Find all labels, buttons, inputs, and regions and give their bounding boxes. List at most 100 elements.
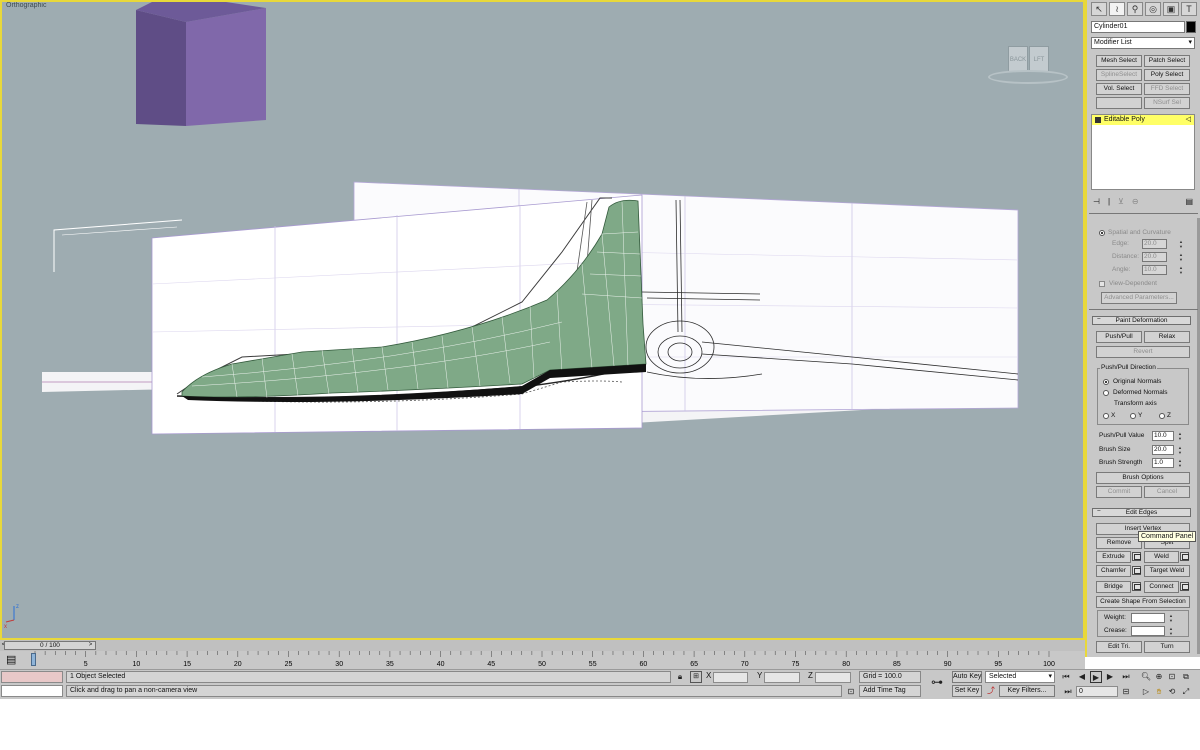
deformed-normals-radio[interactable] (1103, 390, 1109, 396)
hierarchy-tab-icon[interactable]: ⚲ (1127, 2, 1143, 16)
chevron-right-icon[interactable]: > (87, 641, 94, 650)
bridge-button[interactable]: Bridge (1096, 581, 1131, 593)
time-slider-thumb[interactable]: 0 / 100 (4, 641, 96, 650)
current-frame-marker[interactable] (31, 653, 36, 666)
make-unique-icon[interactable]: ⊻ (1118, 197, 1124, 211)
empty-modifier-button[interactable] (1096, 97, 1142, 109)
edit-tri-button[interactable]: Edit Tri. (1096, 641, 1142, 653)
original-normals-radio[interactable] (1103, 379, 1109, 385)
y-coordinate-field[interactable] (764, 672, 800, 683)
spinner-arrows-icon[interactable]: ▲ ▼ (1178, 239, 1184, 249)
connect-settings-icon[interactable] (1180, 582, 1189, 591)
zoom-all-icon[interactable]: ⊕ (1153, 671, 1165, 683)
spinner-arrows-icon[interactable]: ▲ ▼ (1178, 265, 1184, 275)
weld-settings-icon[interactable] (1180, 552, 1189, 561)
spinner-arrows-icon[interactable]: ▲ ▼ (1168, 626, 1174, 636)
display-tab-icon[interactable]: ▣ (1163, 2, 1179, 16)
arc-rotate-icon[interactable]: ⟲ (1166, 686, 1178, 698)
set-key-button[interactable]: Set Key (952, 685, 982, 697)
view-dependent-checkbox[interactable] (1099, 281, 1105, 287)
time-tag-icon[interactable]: ⊡ (845, 686, 857, 698)
play-icon[interactable]: ▶ (1090, 671, 1102, 683)
spinner-arrows-icon[interactable]: ▲ ▼ (1168, 613, 1174, 623)
weight-spinner[interactable] (1131, 613, 1165, 623)
create-shape-button[interactable]: Create Shape From Selection (1096, 596, 1190, 608)
collapse-icon[interactable]: − (1097, 508, 1101, 515)
key-icon[interactable]: ⊶ (928, 676, 946, 688)
curve-editor-icon[interactable]: ▤ (6, 653, 16, 666)
frame-ruler[interactable]: 5 10 15 20 25 30 35 40 45 50 55 60 65 70 75 80 85 90 95 100 (33, 651, 1063, 669)
next-frame-icon[interactable]: ▶ (1104, 671, 1116, 683)
trackbar[interactable]: ▤ 5 10 15 20 25 30 35 40 45 50 55 60 65 70 75 80 85 90 95 1… (0, 651, 1085, 669)
x-coordinate-field[interactable] (713, 672, 748, 683)
object-color-swatch[interactable] (1186, 21, 1196, 33)
pin-stack-icon[interactable]: ⊣ (1093, 197, 1100, 211)
poly-select-button[interactable]: Poly Select (1144, 69, 1190, 81)
bridge-settings-icon[interactable] (1132, 582, 1141, 591)
spinner-arrows-icon[interactable]: ▲ ▼ (1177, 431, 1183, 441)
advanced-parameters-button[interactable]: Advanced Parameters... (1101, 292, 1177, 304)
vol-select-button[interactable]: Vol. Select (1096, 83, 1142, 95)
viewcube-compass-ring[interactable] (988, 70, 1068, 84)
modifier-list-dropdown[interactable]: Modifier List ▾ (1091, 37, 1195, 49)
spinner-arrows-icon[interactable]: ▲ ▼ (1177, 445, 1183, 455)
maxscript-listener-pink[interactable] (1, 671, 63, 683)
brush-size-spinner[interactable]: 20.0 (1152, 445, 1174, 455)
chamfer-button[interactable]: Chamfer (1096, 565, 1131, 577)
turn-button[interactable]: Turn (1144, 641, 1190, 653)
remove-modifier-icon[interactable]: ⊖ (1132, 197, 1139, 211)
utilities-tab-icon[interactable]: T (1181, 2, 1197, 16)
add-time-tag-button[interactable]: Add Time Tag (859, 685, 921, 697)
push-pull-button[interactable]: Push/Pull (1096, 331, 1142, 343)
scene-geometry[interactable]: z x (2, 2, 1083, 638)
spline-select-button[interactable]: SplineSelect (1096, 69, 1142, 81)
stack-item-editable-poly[interactable]: Editable Poly ◁ (1092, 115, 1194, 125)
push-pull-value-spinner[interactable]: 10.0 (1152, 431, 1174, 441)
ffd-select-button[interactable]: FFD Select (1144, 83, 1190, 95)
extrude-settings-icon[interactable] (1132, 552, 1141, 561)
maxscript-listener-white[interactable] (1, 685, 63, 697)
chamfer-settings-icon[interactable] (1132, 566, 1141, 575)
mesh-select-button[interactable]: Mesh Select (1096, 55, 1142, 67)
angle-spinner[interactable]: 10.0 (1142, 265, 1167, 275)
spinner-arrows-icon[interactable]: ▲ ▼ (1178, 252, 1184, 262)
previous-frame-icon[interactable]: ◀ (1076, 671, 1088, 683)
brush-strength-spinner[interactable]: 1.0 (1152, 458, 1174, 468)
current-frame-field[interactable]: 0 (1076, 686, 1118, 697)
go-to-end-icon[interactable]: ⏭ (1120, 671, 1132, 683)
key-selection-dropdown[interactable]: Selected ▾ (985, 671, 1055, 683)
target-weld-button[interactable]: Target Weld (1144, 565, 1190, 577)
extrude-button[interactable]: Extrude (1096, 551, 1131, 563)
edge-spinner[interactable]: 20.0 (1142, 239, 1167, 249)
collapse-icon[interactable]: − (1097, 316, 1101, 323)
zoom-extents-all-icon[interactable]: ⧉ (1180, 671, 1192, 683)
create-tab-icon[interactable]: ↖ (1091, 2, 1107, 16)
object-name-field[interactable]: Cylinder01 (1091, 21, 1185, 33)
commit-button[interactable]: Commit (1096, 486, 1142, 498)
key-mode-toggle-icon[interactable]: ⏭ (1062, 686, 1074, 698)
spatial-curvature-radio[interactable] (1099, 230, 1105, 236)
axis-y-radio[interactable] (1130, 413, 1136, 419)
key-filters-button[interactable]: Key Filters... (999, 685, 1055, 697)
relax-button[interactable]: Relax (1144, 331, 1190, 343)
connect-button[interactable]: Connect (1144, 581, 1179, 593)
modifier-stack[interactable]: Editable Poly ◁ (1091, 114, 1195, 190)
edit-edges-rollout[interactable]: − Edit Edges (1092, 508, 1191, 517)
axis-x-radio[interactable] (1103, 413, 1109, 419)
viewcube-back-face[interactable]: BACK (1008, 46, 1028, 72)
absolute-mode-icon[interactable]: ⊞ (690, 671, 702, 683)
distance-spinner[interactable]: 20.0 (1142, 252, 1167, 262)
show-end-result-icon[interactable]: | (1108, 197, 1110, 211)
time-configuration-icon[interactable]: ⊟ (1120, 686, 1132, 698)
field-of-view-icon[interactable]: ▷ (1140, 686, 1152, 698)
lock-selection-icon[interactable]: 🔒︎ (674, 671, 686, 683)
remove-button[interactable]: Remove (1096, 537, 1142, 549)
paint-deformation-rollout[interactable]: − Paint Deformation (1092, 316, 1191, 325)
perspective-viewport[interactable]: Orthographic z x BACK LFT (0, 0, 1085, 640)
key-mode-icon[interactable]: ⤴ (985, 685, 997, 697)
go-to-start-icon[interactable]: ⏮ (1060, 671, 1072, 683)
nsurf-sel-button[interactable]: NSurf Sel (1144, 97, 1190, 109)
zoom-extents-icon[interactable]: ⊡ (1166, 671, 1178, 683)
expand-icon[interactable] (1095, 117, 1101, 123)
auto-key-button[interactable]: Auto Key (952, 671, 982, 683)
